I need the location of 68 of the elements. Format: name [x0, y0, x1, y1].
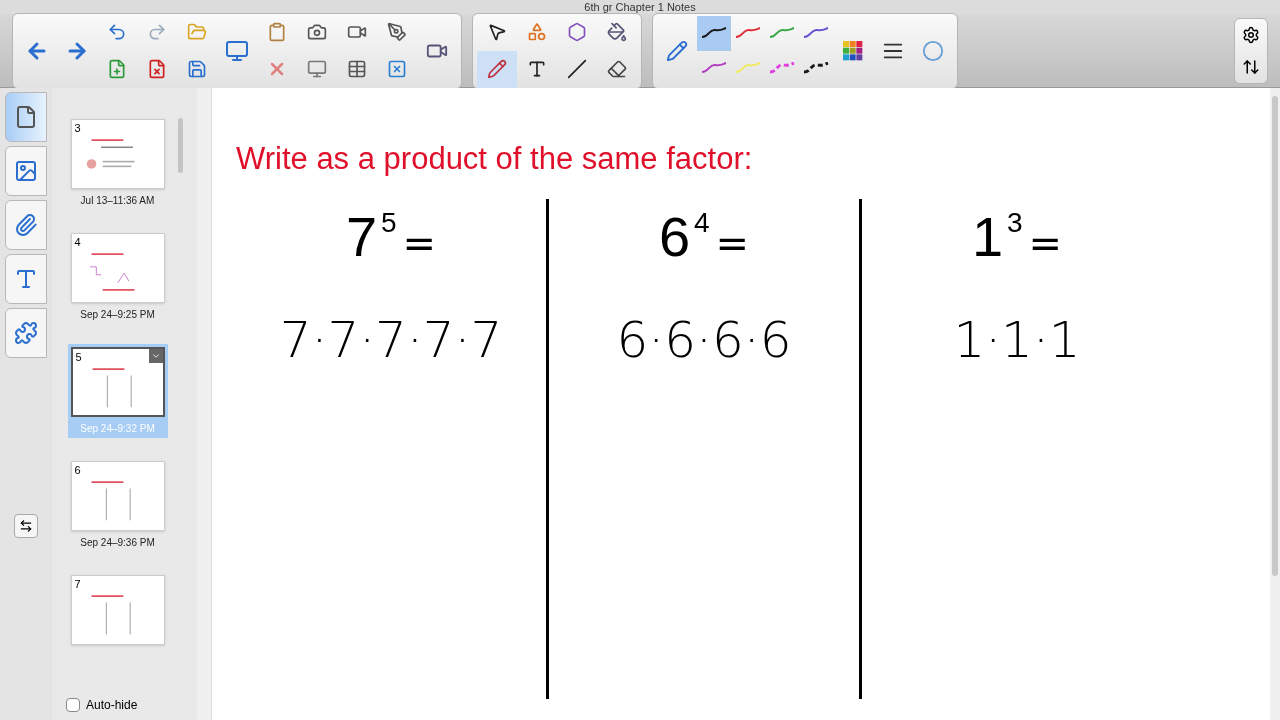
picture-icon: [14, 159, 38, 183]
redo-icon: [147, 22, 167, 42]
page-heading: Write as a product of the same factor:: [236, 140, 754, 178]
equals-sign: =: [402, 222, 437, 263]
power-exponent: 3: [1007, 208, 1023, 237]
shapes-icon: [527, 22, 547, 42]
power-exponent: 5: [381, 208, 397, 237]
hexagon-icon: [567, 22, 587, 42]
slide-date: Sep 24–9:25 PM: [80, 308, 155, 322]
color-grid-icon: [843, 40, 863, 61]
delete-page-icon: [147, 59, 167, 79]
power-exponent: 4: [694, 208, 710, 237]
settings-icon: [1242, 25, 1260, 44]
slide-item[interactable]: 6 Sep 24–9:36 PM: [67, 458, 168, 552]
paperclip-icon: [14, 213, 38, 237]
text-icon: [527, 59, 547, 79]
undo-icon: [107, 22, 127, 42]
folder-icon: [187, 22, 207, 42]
handwritten-answer: 1·1·1: [953, 314, 1081, 365]
puzzle-icon: [14, 321, 38, 345]
side-tab[interactable]: [5, 254, 47, 304]
paint-bucket-icon: [607, 22, 627, 42]
pen-style-button[interactable]: [697, 15, 731, 51]
slide-date: Sep 24–9:36 PM: [80, 536, 155, 550]
power-base: 7: [345, 208, 378, 265]
page-icon: [14, 105, 38, 129]
table-icon: [347, 59, 367, 79]
side-tab[interactable]: [5, 92, 47, 142]
slide-date: Sep 24–9:32 PM: [80, 422, 155, 436]
slide-date: Jul 13–11:36 AM: [80, 194, 155, 208]
power-base: 6: [658, 208, 691, 265]
slide-number: 5: [75, 350, 82, 365]
swap-icon: [19, 519, 33, 533]
clipboard-icon: [267, 22, 287, 42]
window-title: 6th gr Chapter 1 Notes: [584, 0, 696, 14]
pencil-icon: [487, 59, 507, 79]
slide-menu-button[interactable]: [148, 349, 163, 363]
add-page-icon: [107, 59, 127, 79]
slide-number: 4: [74, 235, 81, 250]
save-icon: [187, 59, 207, 79]
slide-number: 7: [74, 577, 81, 592]
caret-icon: [150, 351, 161, 361]
line-icon: [567, 59, 587, 79]
transparency-icon: [922, 39, 944, 62]
pens-button[interactable]: [477, 50, 517, 88]
pen-icon: [666, 39, 688, 62]
slide-item[interactable]: 4 Sep 24–9:25 PM: [67, 230, 168, 324]
handwritten-answer: 7·7·7·7·7: [279, 314, 503, 365]
side-tab[interactable]: [5, 308, 47, 358]
equals-sign: =: [715, 222, 750, 263]
handwritten-answer: 6·6·6·6: [616, 314, 792, 365]
side-tab[interactable]: [5, 146, 47, 196]
up-down-icon: [1242, 57, 1260, 76]
eraser-icon: [607, 59, 627, 79]
slide-item[interactable]: 7: [67, 572, 168, 647]
power-base: 1: [971, 208, 1004, 265]
pointer-icon: [487, 22, 507, 42]
monitor-icon: [225, 38, 249, 63]
auto-hide-checkbox[interactable]: Auto-hide: [52, 690, 197, 720]
equals-sign: =: [1028, 222, 1063, 263]
slide-item[interactable]: 3 Jul 13–11:36 AM: [67, 116, 168, 210]
side-tab[interactable]: [5, 200, 47, 250]
camera-icon: [307, 22, 327, 42]
slide-number: 6: [74, 463, 81, 478]
slide-number: 3: [74, 121, 81, 136]
swap-side-button[interactable]: [14, 514, 38, 538]
slide-item[interactable]: 5 Sep 24–9:32 PM: [67, 344, 168, 438]
scrollbar: [178, 118, 183, 173]
